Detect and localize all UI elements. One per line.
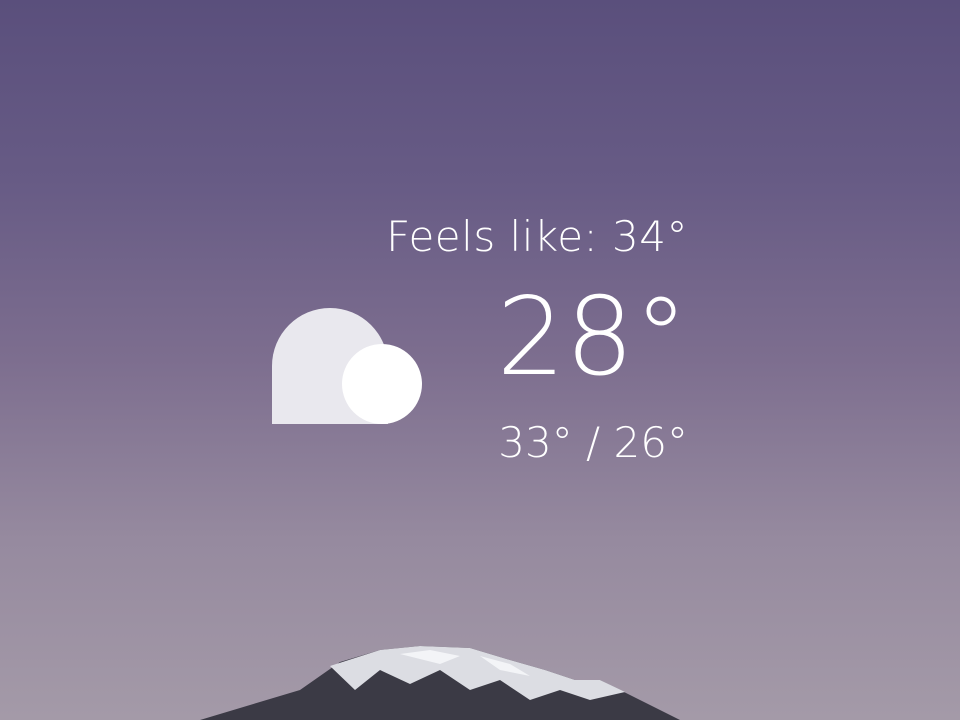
feels-like-temperature: Feels like: 34° bbox=[386, 212, 688, 261]
mountain-illustration bbox=[200, 646, 680, 720]
high-low-temperature: 33° / 26° bbox=[498, 418, 688, 467]
current-temperature: 28° bbox=[496, 275, 688, 400]
partly-cloudy-icon bbox=[272, 308, 422, 424]
